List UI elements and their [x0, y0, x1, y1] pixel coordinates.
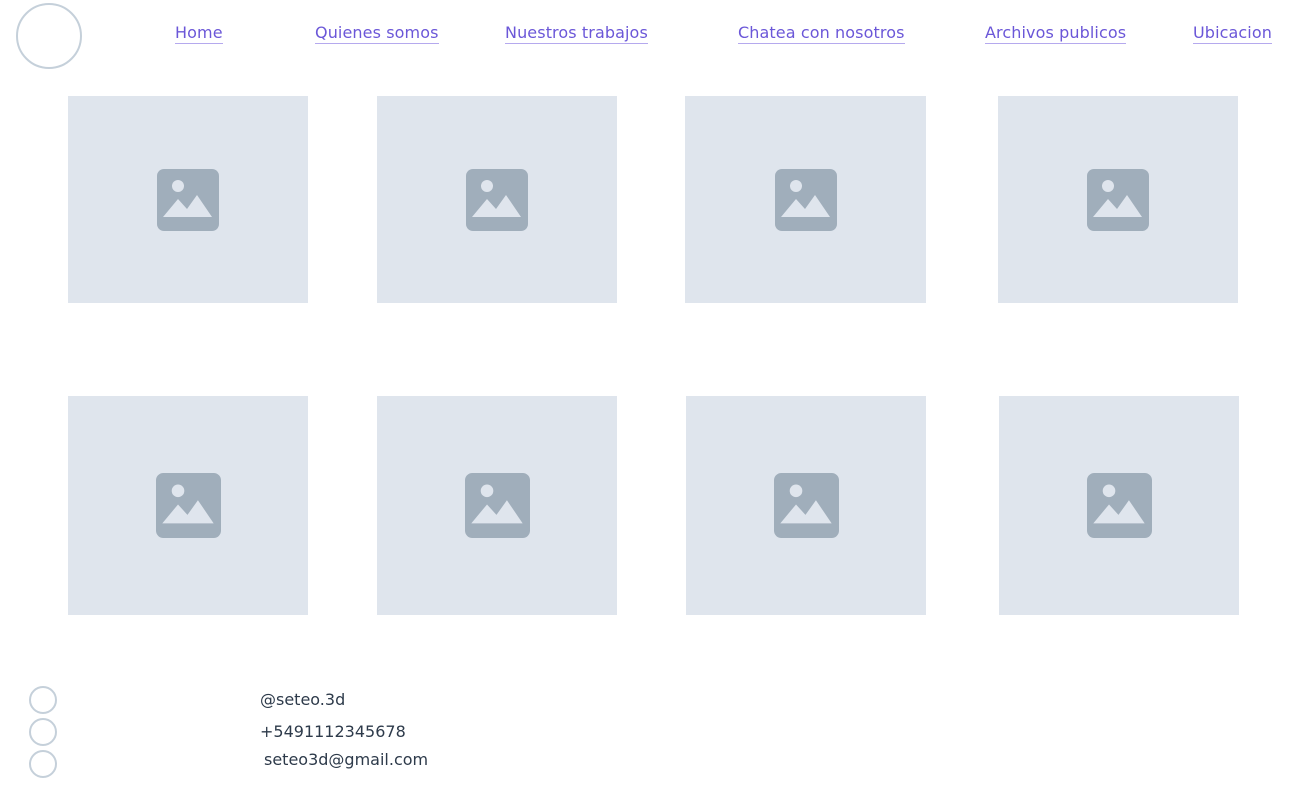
gallery-image-6[interactable]	[377, 396, 617, 615]
nav-link-nuestros-trabajos[interactable]: Nuestros trabajos	[505, 23, 648, 44]
contact-phone: +5491112345678	[260, 722, 406, 741]
image-placeholder-icon	[464, 473, 530, 538]
image-placeholder-icon	[1087, 168, 1149, 231]
email-circle-icon[interactable]	[29, 750, 57, 778]
page: Home Quienes somos Nuestros trabajos Cha…	[0, 0, 1296, 796]
instagram-circle-icon[interactable]	[29, 686, 57, 714]
image-placeholder-icon	[773, 473, 839, 538]
contact-instagram: @seteo.3d	[260, 690, 346, 709]
image-placeholder-icon	[157, 168, 219, 231]
gallery-image-4[interactable]	[998, 96, 1238, 303]
image-placeholder-icon	[1086, 473, 1152, 538]
nav-link-home[interactable]: Home	[175, 23, 223, 44]
gallery-image-8[interactable]	[999, 396, 1239, 615]
phone-circle-icon[interactable]	[29, 718, 57, 746]
nav-link-archivos-publicos[interactable]: Archivos publicos	[985, 23, 1127, 44]
gallery-image-3[interactable]	[685, 96, 926, 303]
contact-email: seteo3d@gmail.com	[264, 750, 429, 769]
nav-link-ubicacion[interactable]: Ubicacion	[1193, 23, 1272, 44]
image-placeholder-icon	[774, 168, 837, 231]
image-placeholder-icon	[466, 168, 528, 231]
nav-link-quienes-somos[interactable]: Quienes somos	[315, 23, 439, 44]
gallery-image-5[interactable]	[68, 396, 308, 615]
gallery-image-2[interactable]	[377, 96, 617, 303]
image-placeholder-icon	[155, 473, 221, 538]
gallery-image-7[interactable]	[686, 396, 926, 615]
gallery-image-1[interactable]	[68, 96, 308, 303]
logo-circle[interactable]	[16, 3, 82, 69]
nav-link-chatea-con-nosotros[interactable]: Chatea con nosotros	[738, 23, 905, 44]
